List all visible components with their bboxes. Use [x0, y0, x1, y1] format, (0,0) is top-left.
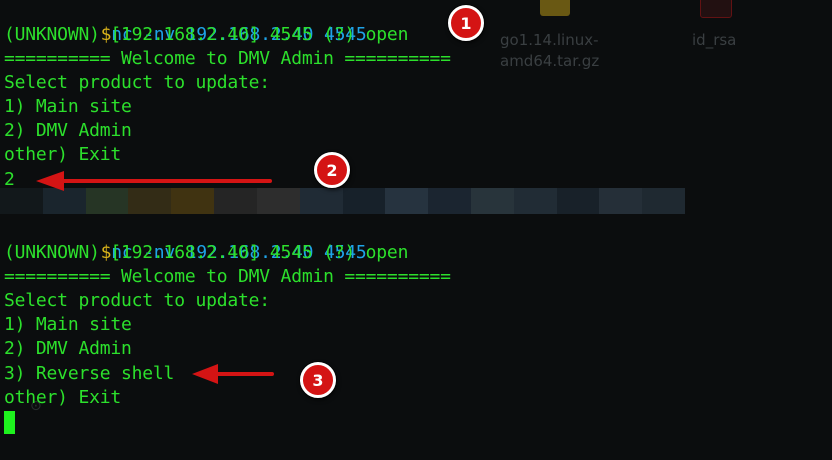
output-line: ========== Welcome to DMV Admin ========… — [4, 266, 451, 287]
annotation-arrow-3 — [192, 364, 274, 384]
annotation-badge-3: 3 — [300, 362, 336, 398]
prompt-line: $nc -nv 192.168.2.40 4545 — [58, 0, 367, 45]
output-line: ========== Welcome to DMV Admin ========… — [4, 48, 451, 69]
output-line: 2) DMV Admin — [4, 338, 132, 359]
output-line: Select product to update: — [4, 290, 270, 311]
annotation-badge-1: 1 — [448, 5, 484, 41]
output-line: (UNKNOWN) [192.168.2.40] 4545 (?) open — [4, 24, 409, 45]
output-line: 2) DMV Admin — [4, 120, 132, 141]
prompt-line: $nc -nv 192.168.2.40 4545 — [58, 217, 367, 263]
terminal-cursor — [4, 411, 15, 434]
output-line: other) Exit — [4, 144, 122, 165]
output-line: 1) Main site — [4, 96, 132, 117]
output-line: Select product to update: — [4, 72, 270, 93]
annotation-badge-2: 2 — [314, 152, 350, 188]
output-line: (UNKNOWN) [192.168.2.40] 4545 (?) open — [4, 242, 409, 263]
output-line: other) Exit — [4, 387, 122, 408]
annotation-arrow-2 — [36, 171, 272, 191]
output-line: 3) Reverse shell — [4, 363, 175, 384]
output-line: 1) Main site — [4, 314, 132, 335]
terminal-window[interactable]: $nc -nv 192.168.2.40 4545 (UNKNOWN) [192… — [0, 0, 832, 460]
